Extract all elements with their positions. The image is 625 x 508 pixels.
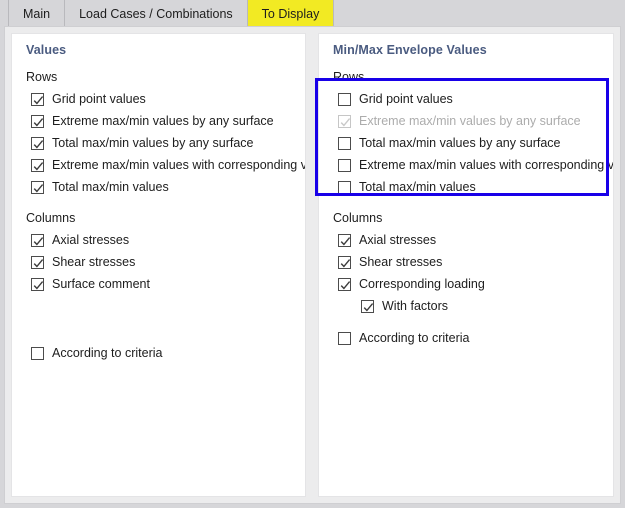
- checkbox-label: Total max/min values: [359, 180, 476, 194]
- tab-content-to-display: Values Rows Grid point values Extreme max…: [4, 26, 621, 504]
- checkbox-label: Total max/min values by any surface: [52, 136, 253, 150]
- dialog-window: MainLoad Cases / CombinationsTo Display …: [0, 0, 625, 508]
- values-row-checkbox-extreme-max-min-values-by-any-surface[interactable]: Extreme max/min values by any surface: [12, 110, 305, 132]
- minmax-row-checkbox-total-max-min-values-by-any-surface[interactable]: Total max/min values by any surface: [319, 132, 613, 154]
- checkbox-label: With factors: [382, 299, 448, 313]
- checkmark-icon[interactable]: [31, 234, 44, 247]
- checkbox-label: According to criteria: [359, 331, 469, 345]
- checkmark-icon[interactable]: [31, 93, 44, 106]
- checkmark-icon[interactable]: [31, 278, 44, 291]
- values-rows-group: Grid point values Extreme max/min values …: [12, 84, 305, 198]
- values-criteria-group: According to criteria: [12, 342, 305, 364]
- checkmark-icon[interactable]: [31, 115, 44, 128]
- minmax-row-checkbox-grid-point-values[interactable]: Grid point values: [319, 88, 613, 110]
- empty-checkbox-icon[interactable]: [338, 181, 351, 194]
- checkmark-icon[interactable]: [31, 137, 44, 150]
- checkbox-label: Axial stresses: [359, 233, 436, 247]
- minmax-criteria-group: According to criteria: [319, 327, 613, 349]
- spacer: [12, 295, 305, 342]
- checkbox-label: Corresponding loading: [359, 277, 485, 291]
- checkbox-label: Extreme max/min values with correspondin…: [52, 158, 306, 172]
- minmax-envelope-panel: Min/Max Envelope Values Rows Grid point …: [318, 33, 614, 497]
- checkbox-label: Total max/min values by any surface: [359, 136, 560, 150]
- values-row-checkbox-grid-point-values[interactable]: Grid point values: [12, 88, 305, 110]
- checkmark-icon[interactable]: [338, 278, 351, 291]
- minmax-row-checkbox-total-max-min-values[interactable]: Total max/min values: [319, 176, 613, 198]
- tab-main[interactable]: Main: [8, 0, 65, 28]
- values-columns-group: Axial stresses Shear stresses Surface comm…: [12, 225, 305, 295]
- minmax-column-checkbox-with-factors[interactable]: With factors: [319, 295, 613, 317]
- checkbox-label: Extreme max/min values by any surface: [52, 114, 274, 128]
- tab-label: Load Cases / Combinations: [79, 7, 233, 21]
- minmax-rows-group: Grid point values Extreme max/min values …: [319, 84, 613, 198]
- minmax-column-checkbox-corresponding-loading[interactable]: Corresponding loading: [319, 273, 613, 295]
- values-row-checkbox-total-max-min-values-by-any-surface[interactable]: Total max/min values by any surface: [12, 132, 305, 154]
- values-column-checkbox-shear-stresses[interactable]: Shear stresses: [12, 251, 305, 273]
- tab-to-display[interactable]: To Display: [248, 0, 335, 28]
- tab-label: Main: [23, 7, 50, 21]
- checkmark-icon[interactable]: [338, 234, 351, 247]
- checkbox-label: Surface comment: [52, 277, 150, 291]
- minmax-column-checkbox-axial-stresses[interactable]: Axial stresses: [319, 229, 613, 251]
- minmax-row-checkbox-extreme-max-min-values-with-corresponding-values[interactable]: Extreme max/min values with correspondin…: [319, 154, 613, 176]
- empty-checkbox-icon[interactable]: [338, 137, 351, 150]
- spacer: [319, 317, 613, 327]
- tab-label: To Display: [262, 7, 320, 21]
- checkmark-icon[interactable]: [31, 159, 44, 172]
- checkmark-icon: [338, 115, 351, 128]
- values-columns-label: Columns: [12, 198, 305, 225]
- minmax-criteria-checkbox-according-to-criteria[interactable]: According to criteria: [319, 327, 613, 349]
- empty-checkbox-icon[interactable]: [31, 347, 44, 360]
- empty-checkbox-icon[interactable]: [338, 159, 351, 172]
- checkbox-label: Extreme max/min values with correspondin…: [359, 158, 614, 172]
- checkbox-label: Axial stresses: [52, 233, 129, 247]
- checkbox-label: Shear stresses: [359, 255, 442, 269]
- empty-checkbox-icon[interactable]: [338, 93, 351, 106]
- tab-bar: Main Load Cases / Combinations To Display: [0, 0, 625, 28]
- minmax-envelope-panel-title: Min/Max Envelope Values: [319, 34, 613, 57]
- values-panel-title: Values: [12, 34, 305, 57]
- values-column-checkbox-axial-stresses[interactable]: Axial stresses: [12, 229, 305, 251]
- minmax-row-checkbox-extreme-max-min-values-by-any-surface: Extreme max/min values by any surface: [319, 110, 613, 132]
- values-row-checkbox-extreme-max-min-values-with-corresponding-values[interactable]: Extreme max/min values with correspondin…: [12, 154, 305, 176]
- values-column-checkbox-surface-comment[interactable]: Surface comment: [12, 273, 305, 295]
- checkmark-icon[interactable]: [361, 300, 374, 313]
- values-criteria-checkbox-according-to-criteria[interactable]: According to criteria: [12, 342, 305, 364]
- tab-load-cases-combinations[interactable]: Load Cases / Combinations: [65, 0, 248, 28]
- checkbox-label: Extreme max/min values by any surface: [359, 114, 581, 128]
- checkbox-label: According to criteria: [52, 346, 162, 360]
- minmax-column-checkbox-shear-stresses[interactable]: Shear stresses: [319, 251, 613, 273]
- checkmark-icon[interactable]: [31, 181, 44, 194]
- checkmark-icon[interactable]: [31, 256, 44, 269]
- values-row-checkbox-total-max-min-values[interactable]: Total max/min values: [12, 176, 305, 198]
- checkbox-label: Grid point values: [52, 92, 146, 106]
- checkbox-label: Grid point values: [359, 92, 453, 106]
- values-rows-label: Rows: [12, 57, 305, 84]
- minmax-columns-group: Axial stresses Shear stresses Correspondin…: [319, 225, 613, 317]
- checkbox-label: Total max/min values: [52, 180, 169, 194]
- checkmark-icon[interactable]: [338, 256, 351, 269]
- values-panel: Values Rows Grid point values Extreme max…: [11, 33, 306, 497]
- minmax-columns-label: Columns: [319, 198, 613, 225]
- checkbox-label: Shear stresses: [52, 255, 135, 269]
- minmax-rows-label: Rows: [319, 57, 613, 84]
- empty-checkbox-icon[interactable]: [338, 332, 351, 345]
